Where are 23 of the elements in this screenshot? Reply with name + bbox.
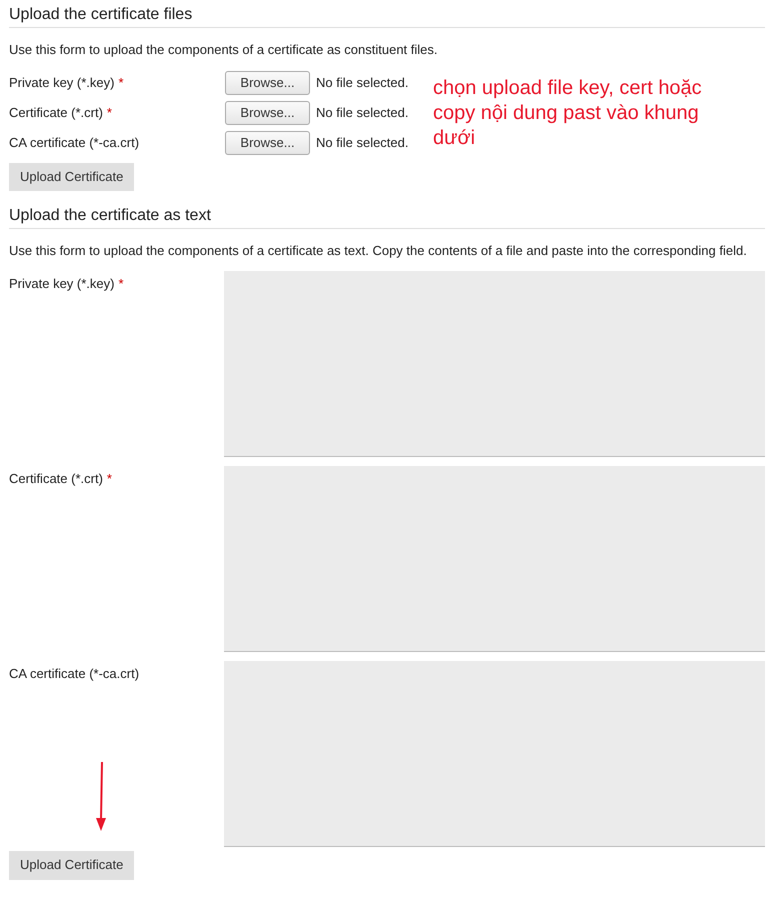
section-heading: Upload the certificate as text xyxy=(9,206,765,228)
text-area[interactable] xyxy=(224,660,765,846)
browse-button[interactable]: Browse... xyxy=(225,70,310,94)
file-status: No file selected. xyxy=(316,134,408,152)
text-area[interactable] xyxy=(224,270,765,456)
field-label: Private key (*.key) * xyxy=(9,276,125,292)
section-heading: Upload the certificate files xyxy=(9,0,765,28)
section-description: Use this form to upload the components of a certificate as text. Copy the contents of a file and paste into the corresponding field. xyxy=(9,242,748,260)
field-label: CA certificate (*-ca.crt) xyxy=(9,134,140,150)
file-status: No file selected. xyxy=(316,74,408,92)
upload-button[interactable]: Upload Certificate xyxy=(9,162,134,190)
browse-button[interactable]: Browse... xyxy=(225,100,310,124)
upload-button[interactable]: Upload Certificate xyxy=(9,850,134,880)
field-label: Certificate (*.crt) * xyxy=(9,104,113,120)
section-description: Use this form to upload the components of a certificate as constituent files. xyxy=(9,41,438,59)
field-label: CA certificate (*-ca.crt) xyxy=(9,666,140,682)
annotation-text: chọn upload file key, cert hoặc copy nội dung past vào khung dưới xyxy=(433,76,703,151)
field-label: Private key (*.key) * xyxy=(9,74,125,90)
file-status: No file selected. xyxy=(316,104,408,122)
text-area[interactable] xyxy=(224,466,765,652)
field-label: Certificate (*.crt) * xyxy=(9,470,113,486)
browse-button[interactable]: Browse... xyxy=(225,130,310,154)
arrow-icon xyxy=(95,762,107,832)
